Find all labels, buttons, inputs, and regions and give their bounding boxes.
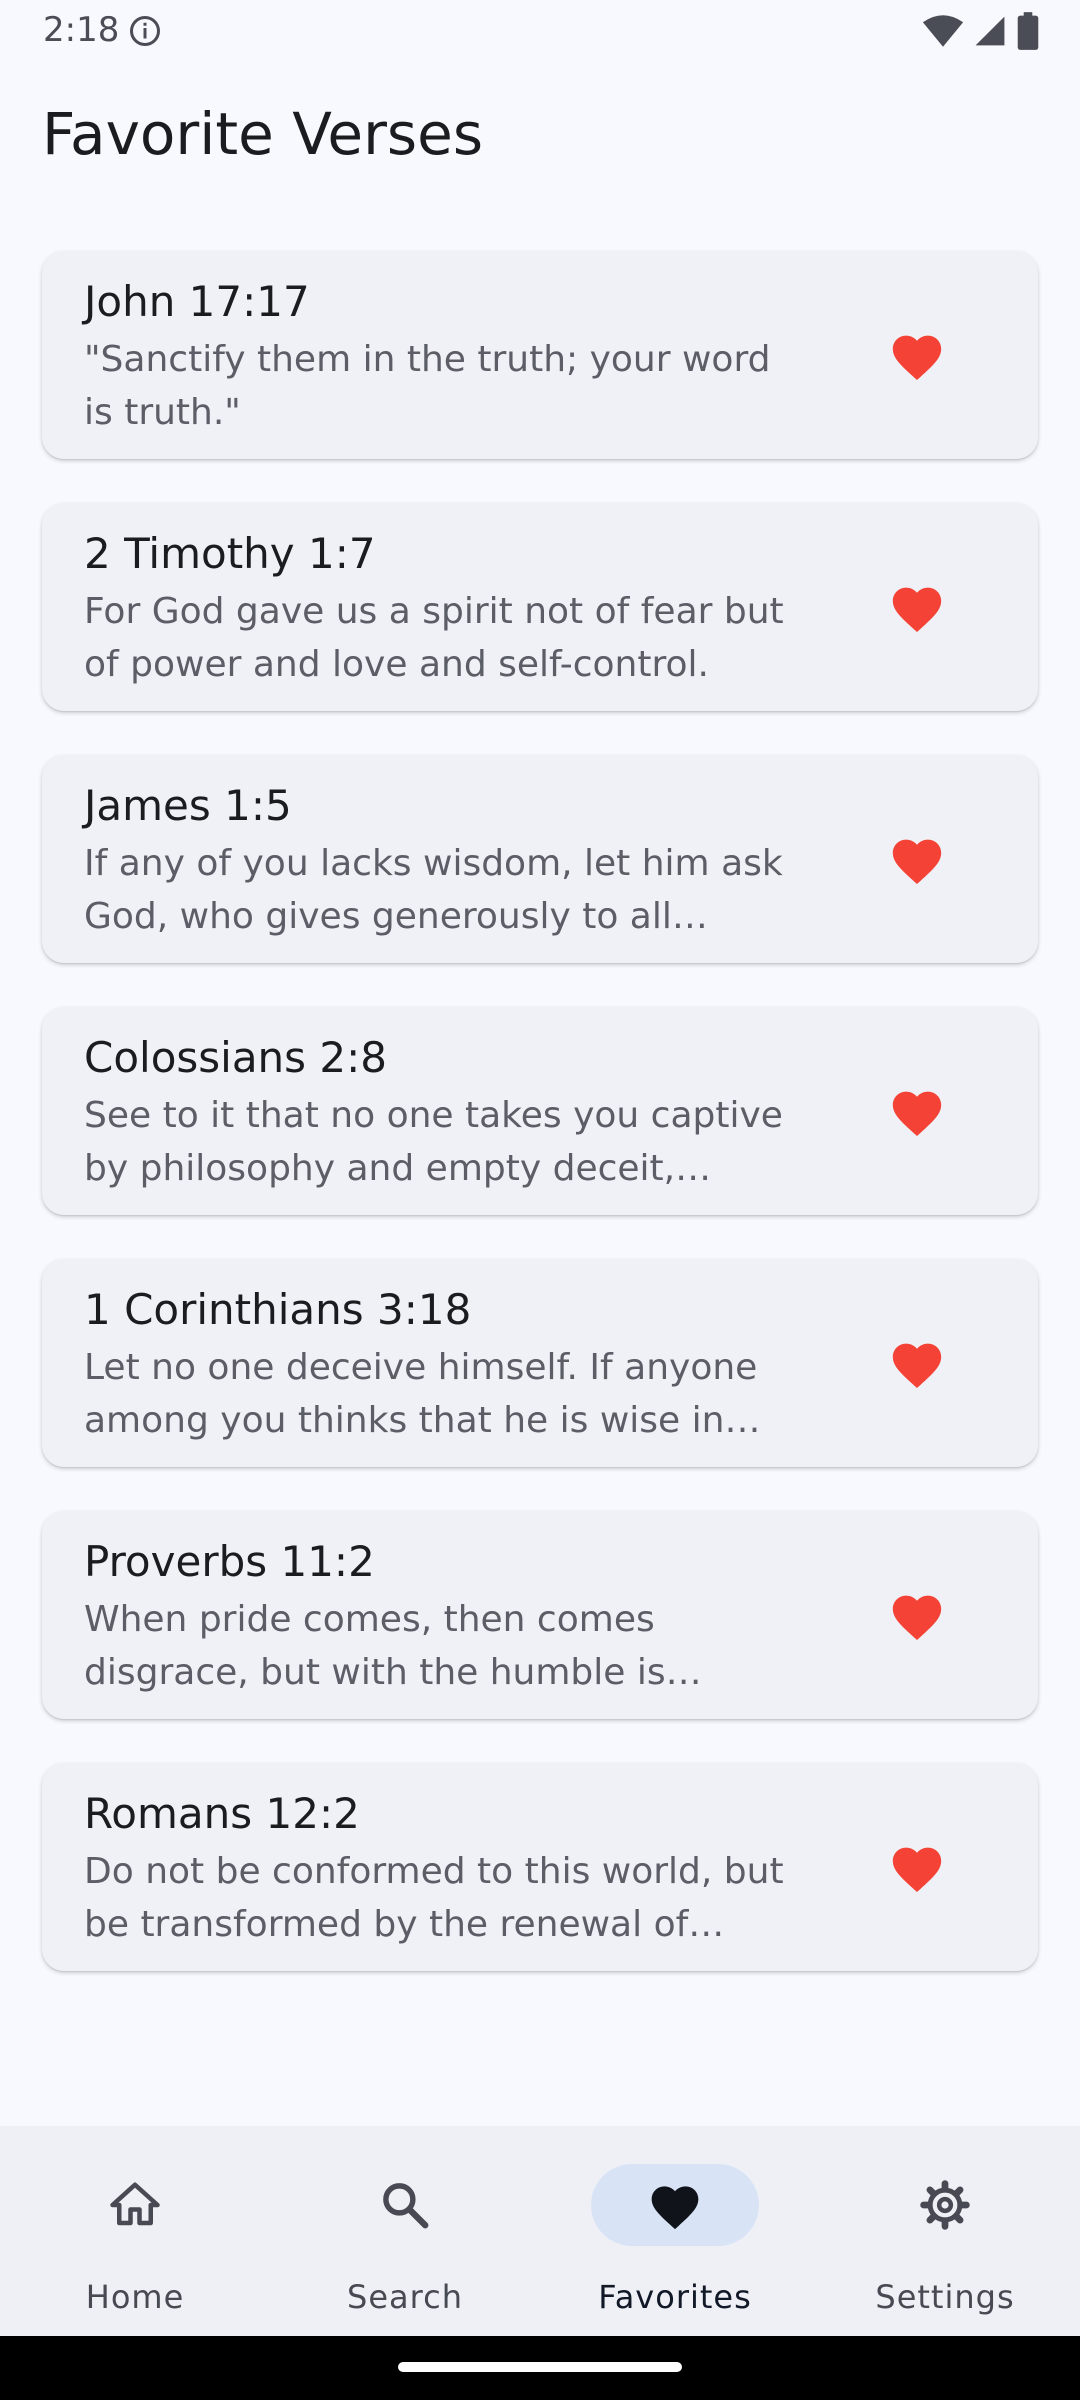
page-title: Favorite Verses (42, 100, 484, 168)
heart-icon[interactable] (888, 1084, 946, 1138)
heart-icon[interactable] (888, 1588, 946, 1642)
verse-reference: James 1:5 (84, 781, 292, 830)
verse-reference: 2 Timothy 1:7 (84, 529, 376, 578)
verse-text: If any of you lacks wisdom, let him ask … (84, 843, 783, 937)
nav-label-search: Search (347, 2278, 463, 2316)
verse-card[interactable]: Romans 12:2 Do not be conformed to this … (42, 1763, 1038, 1971)
search-icon (383, 2183, 429, 2229)
verse-text: When pride comes, then comes disgrace, b… (84, 1599, 666, 1693)
gesture-navigation-area (0, 2336, 1080, 2400)
system-icons (922, 12, 1040, 50)
verse-text: For God gave us a spirit not of fear but… (84, 591, 784, 685)
nav-label-favorites: Favorites (598, 2278, 752, 2316)
nav-item-search[interactable]: Search (270, 2126, 540, 2336)
home-icon (110, 2182, 160, 2226)
verse-reference: 1 Corinthians 3:18 (84, 1285, 472, 1334)
signal-icon (975, 16, 1005, 46)
verse-card[interactable]: Proverbs 11:2 When pride comes, then com… (42, 1511, 1038, 1719)
heart-icon[interactable] (888, 580, 946, 634)
verse-text: See to it that no one takes you captive … (84, 1095, 783, 1189)
bottom-navigation: Home Search Favorites Settings (0, 2126, 1080, 2336)
verse-reference: Proverbs 11:2 (84, 1537, 375, 1586)
nav-item-home[interactable]: Home (0, 2126, 270, 2336)
heart-icon (651, 2186, 699, 2230)
verse-card[interactable]: Colossians 2:8 See to it that no one tak… (42, 1007, 1038, 1215)
gesture-handle[interactable] (398, 2362, 682, 2372)
heart-icon[interactable] (888, 832, 946, 886)
nav-label-settings: Settings (875, 2278, 1015, 2316)
battery-icon (1017, 12, 1039, 50)
verse-card[interactable]: 1 Corinthians 3:18 Let no one deceive hi… (42, 1259, 1038, 1467)
gear-icon (920, 2180, 970, 2230)
verse-list: John 17:17 "Sanctify them in the truth; … (42, 251, 1038, 2015)
nav-pill (861, 2164, 1029, 2246)
nav-pill (321, 2164, 489, 2246)
verse-text: Let no one deceive himself. If anyone am… (84, 1347, 758, 1441)
verse-card[interactable]: John 17:17 "Sanctify them in the truth; … (42, 251, 1038, 459)
nav-pill-active (591, 2164, 759, 2246)
nav-label-home: Home (85, 2278, 185, 2316)
verse-card[interactable]: 2 Timothy 1:7 For God gave us a spirit n… (42, 503, 1038, 711)
heart-icon[interactable] (888, 1336, 946, 1390)
verse-text: Do not be conformed to this world, but b… (84, 1851, 784, 1945)
heart-icon[interactable] (888, 328, 946, 382)
verse-reference: Colossians 2:8 (84, 1033, 388, 1082)
verse-reference: Romans 12:2 (84, 1789, 360, 1838)
info-icon (130, 16, 160, 46)
nav-pill (51, 2164, 219, 2246)
wifi-icon (922, 15, 964, 47)
nav-item-favorites[interactable]: Favorites (540, 2126, 810, 2336)
verse-reference: John 17:17 (84, 277, 310, 326)
verse-card[interactable]: James 1:5 If any of you lacks wisdom, le… (42, 755, 1038, 963)
status-bar: 2:18 (0, 0, 1080, 62)
nav-item-settings[interactable]: Settings (810, 2126, 1080, 2336)
verse-text: "Sanctify them in the truth; your word i… (84, 339, 771, 433)
heart-icon[interactable] (888, 1840, 946, 1894)
status-time: 2:18 (43, 10, 120, 50)
